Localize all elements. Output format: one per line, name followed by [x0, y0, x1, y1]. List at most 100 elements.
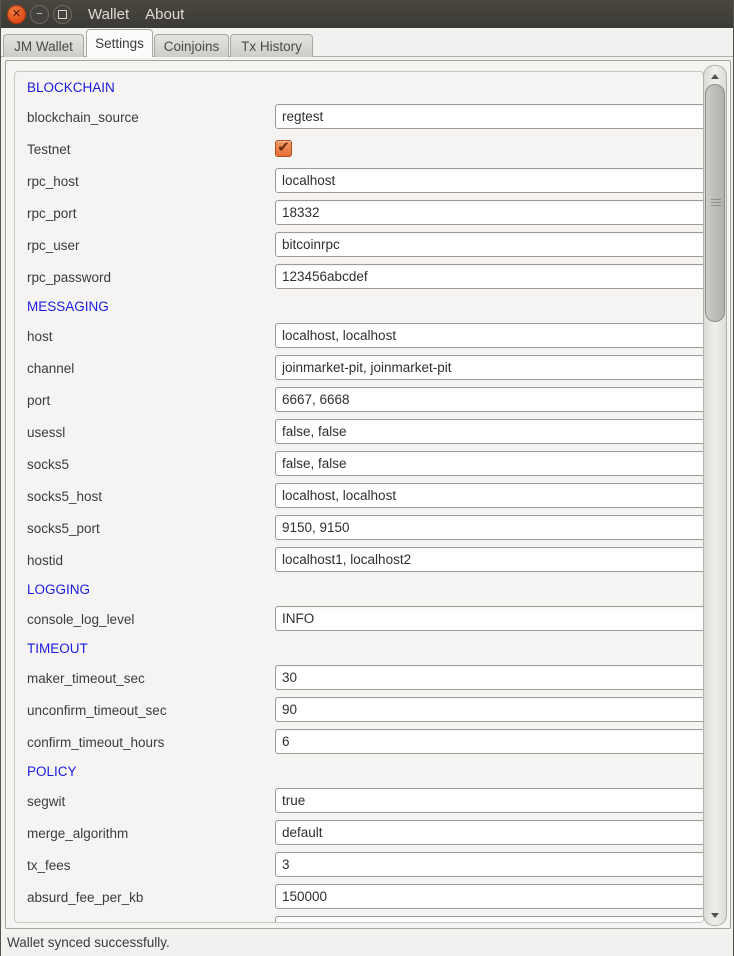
row-blockchain-source: blockchain_source [27, 101, 703, 133]
merge-algorithm-input[interactable] [275, 820, 704, 845]
row-console-log-level: console_log_level [27, 603, 703, 635]
field-label: hostid [27, 553, 63, 568]
row-testnet: Testnet ✔ [27, 133, 703, 165]
status-bar: Wallet synced successfully. [1, 929, 733, 956]
menu-about[interactable]: About [145, 6, 184, 23]
field-label: socks5_port [27, 521, 100, 536]
tx-fees-input[interactable] [275, 852, 704, 877]
row-socks5-port: socks5_port [27, 512, 703, 544]
row-socks5-host: socks5_host [27, 480, 703, 512]
menu-wallet[interactable]: Wallet [88, 6, 129, 23]
clipped-input[interactable] [275, 916, 704, 923]
vertical-scrollbar[interactable] [703, 65, 727, 926]
section-policy: POLICY [27, 764, 77, 779]
hostid-input[interactable] [275, 547, 704, 572]
rpc-host-input[interactable] [275, 168, 704, 193]
maximize-button[interactable] [53, 5, 72, 24]
channel-input[interactable] [275, 355, 704, 380]
scrollbar-thumb[interactable] [705, 84, 725, 322]
console-log-level-input[interactable] [275, 606, 704, 631]
field-label: socks5_host [27, 489, 102, 504]
host-input[interactable] [275, 323, 704, 348]
section-messaging: MESSAGING [27, 299, 109, 314]
socks5-port-input[interactable] [275, 515, 704, 540]
field-label: rpc_port [27, 206, 77, 221]
field-label: rpc_password [27, 270, 111, 285]
checkmark-icon: ✔ [277, 140, 290, 155]
field-label: unconfirm_timeout_sec [27, 703, 167, 718]
tab-coinjoins[interactable]: Coinjoins [154, 34, 229, 57]
status-message: Wallet synced successfully. [7, 935, 170, 950]
row-rpc-password: rpc_password [27, 261, 703, 293]
absurd-fee-per-kb-input[interactable] [275, 884, 704, 909]
row-tx-fees: tx_fees [27, 849, 703, 881]
field-label: confirm_timeout_hours [27, 735, 164, 750]
arrow-up-icon [711, 74, 719, 79]
titlebar: ✕ − Wallet About [1, 0, 733, 29]
row-rpc-user: rpc_user [27, 229, 703, 261]
field-label: port [27, 393, 50, 408]
close-button[interactable]: ✕ [7, 5, 26, 24]
row-maker-timeout-sec: maker_timeout_sec [27, 662, 703, 694]
scroll-down-button[interactable] [704, 907, 726, 923]
row-rpc-host: rpc_host [27, 165, 703, 197]
maker-timeout-sec-input[interactable] [275, 665, 704, 690]
rpc-user-input[interactable] [275, 232, 704, 257]
scrollbar-grip-icon [711, 199, 721, 207]
maximize-icon [58, 10, 67, 19]
confirm-timeout-hours-input[interactable] [275, 729, 704, 754]
row-confirm-timeout-hours: confirm_timeout_hours [27, 726, 703, 758]
socks5-host-input[interactable] [275, 483, 704, 508]
close-icon: ✕ [12, 9, 21, 20]
arrow-down-icon [711, 913, 719, 918]
row-port: port [27, 384, 703, 416]
section-logging: LOGGING [27, 582, 90, 597]
minimize-icon: − [36, 9, 42, 20]
row-host: host [27, 320, 703, 352]
tab-tx-history[interactable]: Tx History [230, 34, 313, 57]
field-label: socks5 [27, 457, 69, 472]
field-label: Testnet [27, 142, 71, 157]
row-usessl: usessl [27, 416, 703, 448]
settings-form: BLOCKCHAIN blockchain_source Testnet ✔ r… [14, 71, 704, 923]
section-blockchain: BLOCKCHAIN [27, 80, 115, 95]
rpc-port-input[interactable] [275, 200, 704, 225]
segwit-input[interactable] [275, 788, 704, 813]
field-label: segwit [27, 794, 65, 809]
field-label: console_log_level [27, 612, 134, 627]
field-label: rpc_host [27, 174, 79, 189]
row-hostid: hostid [27, 544, 703, 576]
row-channel: channel [27, 352, 703, 384]
wallet-window: ✕ − Wallet About JM Wallet Settings Coin… [0, 0, 734, 956]
field-label: absurd_fee_per_kb [27, 890, 143, 905]
row-partial-clipped [27, 913, 703, 923]
minimize-button[interactable]: − [30, 5, 49, 24]
row-absurd-fee-per-kb: absurd_fee_per_kb [27, 881, 703, 913]
tab-bar: JM Wallet Settings Coinjoins Tx History [1, 28, 733, 57]
row-rpc-port: rpc_port [27, 197, 703, 229]
usessl-input[interactable] [275, 419, 704, 444]
settings-scroll-area: BLOCKCHAIN blockchain_source Testnet ✔ r… [5, 60, 731, 929]
rpc-password-input[interactable] [275, 264, 704, 289]
field-label: rpc_user [27, 238, 80, 253]
tab-jm-wallet[interactable]: JM Wallet [3, 34, 84, 57]
unconfirm-timeout-sec-input[interactable] [275, 697, 704, 722]
port-input[interactable] [275, 387, 704, 412]
row-segwit: segwit [27, 785, 703, 817]
field-label: blockchain_source [27, 110, 139, 125]
field-label: host [27, 329, 53, 344]
row-unconfirm-timeout-sec: unconfirm_timeout_sec [27, 694, 703, 726]
section-timeout: TIMEOUT [27, 641, 88, 656]
row-merge-algorithm: merge_algorithm [27, 817, 703, 849]
scroll-up-button[interactable] [704, 68, 726, 84]
field-label: tx_fees [27, 858, 71, 873]
field-label: channel [27, 361, 74, 376]
socks5-input[interactable] [275, 451, 704, 476]
field-label: maker_timeout_sec [27, 671, 145, 686]
tab-settings[interactable]: Settings [86, 29, 153, 57]
field-label: merge_algorithm [27, 826, 128, 841]
field-label: usessl [27, 425, 65, 440]
testnet-checkbox[interactable]: ✔ [275, 140, 292, 157]
row-socks5: socks5 [27, 448, 703, 480]
blockchain-source-input[interactable] [275, 104, 704, 129]
